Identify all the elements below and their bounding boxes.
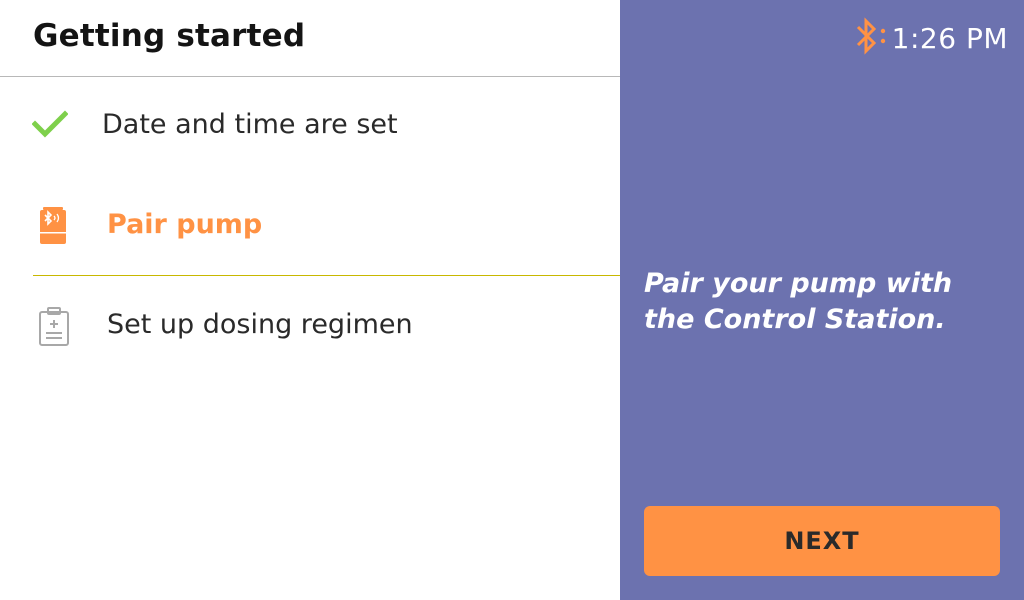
step-label: Date and time are set: [102, 109, 398, 140]
pump-bluetooth-icon: [39, 207, 67, 249]
status-bar: 1:26 PM: [854, 17, 1008, 59]
next-button[interactable]: NEXT: [644, 506, 1000, 576]
header-divider: [0, 76, 620, 77]
instruction-message: Pair your pump with the Control Station.: [644, 268, 953, 335]
clock: 1:26 PM: [891, 21, 1008, 55]
step-pair-pump[interactable]: Pair pump: [0, 198, 620, 258]
checkmark-icon: [31, 110, 69, 142]
info-panel: 1:26 PM Pair your pump with the Control …: [620, 0, 1024, 600]
bluetooth-icon: [854, 17, 888, 59]
step-label: Set up dosing regimen: [107, 309, 413, 340]
steps-pane: Getting started Date and time are set Pa…: [0, 0, 620, 600]
active-step-divider: [33, 275, 620, 276]
page-title: Getting started: [33, 18, 306, 54]
step-label: Pair pump: [107, 209, 263, 240]
step-date-time: Date and time are set: [0, 98, 620, 158]
step-dosing-regimen: Set up dosing regimen: [0, 298, 620, 358]
clipboard-icon: [38, 307, 70, 351]
